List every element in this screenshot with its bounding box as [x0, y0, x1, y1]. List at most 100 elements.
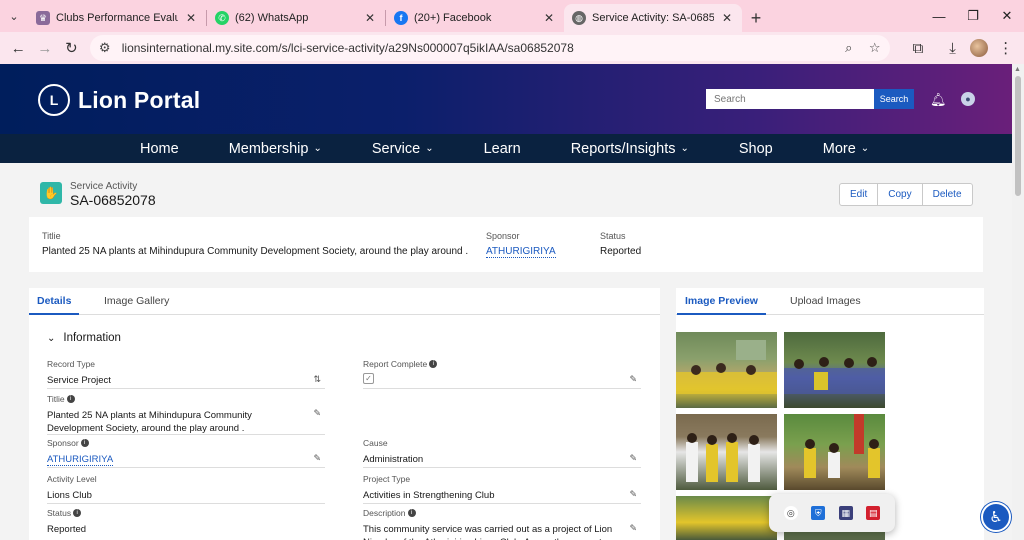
nav-service[interactable]: Service ⌄	[372, 141, 434, 157]
copy-button[interactable]: Copy	[878, 184, 923, 205]
pdf-app-icon[interactable]: ▤	[866, 506, 881, 520]
tab-image-gallery[interactable]: Image Gallery	[104, 295, 169, 307]
photo-people-shapes	[676, 340, 777, 394]
delete-button[interactable]: Delete	[923, 184, 972, 205]
chevron-down-icon: ⌄	[313, 143, 322, 154]
nav-more[interactable]: More ⌄	[823, 141, 869, 157]
search-button[interactable]: Search	[874, 89, 914, 109]
edit-pencil-icon[interactable]: ✎	[629, 489, 637, 500]
terminal-app-icon[interactable]: ▦	[838, 506, 853, 520]
record-actions: Edit Copy Delete	[839, 183, 973, 206]
nav-label: Shop	[738, 140, 773, 157]
field-label: Description	[363, 508, 406, 518]
info-icon[interactable]: i	[80, 439, 89, 447]
close-window-icon[interactable]: ✕	[990, 0, 1024, 32]
profile-photo	[970, 39, 989, 57]
scroll-up-icon[interactable]: ▲	[1014, 66, 1021, 73]
close-tab-icon[interactable]: ✕	[363, 11, 377, 25]
edit-pencil-icon[interactable]: ✎	[313, 453, 321, 464]
page-scrollbar[interactable]: ▲	[1012, 64, 1024, 540]
edit-pencil-icon[interactable]: ✎	[629, 523, 637, 534]
report-complete-checkbox[interactable]: ✓	[363, 373, 374, 384]
field-label: Sponsor	[486, 231, 520, 241]
close-tab-icon[interactable]: ✕	[184, 11, 198, 25]
close-tab-icon[interactable]: ✕	[720, 11, 734, 25]
activity-photo[interactable]	[784, 414, 885, 490]
activity-photo[interactable]	[676, 332, 777, 408]
tab-details[interactable]: Details	[28, 295, 80, 315]
browser-tab-facebook[interactable]: f (20+) Facebook ✕	[386, 4, 564, 32]
accessibility-icon[interactable]: ♿︎	[981, 502, 1011, 532]
field-divider	[47, 434, 325, 435]
address-bar[interactable]: ⚙ lionsinternational.my.site.com/s/lci-s…	[89, 35, 890, 61]
activity-level-field: Activity Level Lions Club	[47, 474, 325, 504]
url-text[interactable]: lionsinternational.my.site.com/s/lci-ser…	[122, 41, 832, 55]
reload-icon[interactable]: ↻	[59, 34, 84, 62]
bookmark-star-icon[interactable]: ☆	[866, 40, 884, 56]
tab-upload-images[interactable]: Upload Images	[790, 295, 861, 307]
field-label: Record Type	[47, 359, 96, 369]
chevron-down-icon: ⌄	[680, 143, 689, 154]
new-tab-plus-icon[interactable]: +	[742, 4, 770, 32]
activity-photo[interactable]	[676, 414, 777, 490]
browser-tab-service-activity[interactable]: ◍ Service Activity: SA-06852078 ✕	[564, 4, 742, 32]
chevron-down-icon: ⌄	[425, 143, 434, 154]
field-divider	[363, 388, 641, 389]
information-section-toggle[interactable]: ⌄ Information	[47, 332, 121, 344]
download-icon[interactable]: ⤓	[940, 34, 965, 62]
sponsor-link[interactable]: ATHURIGIRIYA	[47, 454, 114, 466]
security-shield-icon[interactable]: ⛨	[811, 506, 826, 520]
nav-home[interactable]: Home	[140, 141, 179, 157]
nav-learn[interactable]: Learn	[484, 141, 521, 157]
chrome-app-icon[interactable]: ◎	[783, 506, 798, 520]
sponsor-link[interactable]: ATHURIGIRIYA	[486, 246, 556, 258]
nav-reports-insights[interactable]: Reports/Insights ⌄	[571, 141, 689, 157]
activity-photo[interactable]	[784, 332, 885, 408]
edit-pencil-icon[interactable]: ✎	[313, 408, 321, 419]
close-tab-icon[interactable]: ✕	[542, 11, 556, 25]
field-label: Cause	[363, 438, 388, 448]
user-profile-icon[interactable]: ●	[961, 92, 975, 106]
scrollbar-thumb[interactable]	[1015, 76, 1021, 196]
edit-pencil-icon[interactable]: ✎	[629, 453, 637, 464]
field-value: Reported	[47, 524, 87, 535]
zoom-icon[interactable]: ⌕	[840, 40, 858, 56]
change-record-type-icon[interactable]: ⇅	[313, 374, 321, 385]
info-icon[interactable]: i	[73, 509, 82, 517]
field-value: This community service was carried out a…	[363, 524, 613, 540]
extensions-puzzle-icon[interactable]: ⧉	[906, 34, 931, 62]
notification-bell-icon[interactable]: 🔔︎	[930, 92, 947, 108]
forward-arrow-icon[interactable]: →	[33, 34, 58, 62]
site-info-icon[interactable]: ⚙	[96, 40, 114, 56]
info-icon[interactable]: i	[407, 509, 416, 517]
field-divider	[47, 467, 325, 468]
browser-tab-clubs[interactable]: ♛ Clubs Performance Evaluation S ✕	[28, 4, 206, 32]
edit-button[interactable]: Edit	[840, 184, 879, 205]
nav-shop[interactable]: Shop	[739, 141, 773, 157]
chevron-down-icon: ⌄	[47, 332, 56, 344]
sponsor-field: Sponsor i ATHURIGIRIYA ✎	[47, 438, 325, 468]
tab-title: Service Activity: SA-06852078	[592, 12, 714, 24]
nav-membership[interactable]: Membership ⌄	[229, 141, 322, 157]
window-controls: — ❐ ✕	[922, 0, 1024, 32]
nav-label: Home	[140, 140, 179, 157]
back-arrow-icon[interactable]: ←	[6, 34, 31, 62]
section-title: Information	[63, 332, 121, 344]
restore-icon[interactable]: ❐	[956, 0, 990, 32]
field-value: Lions Club	[47, 490, 92, 501]
portal-search: Search	[706, 89, 914, 109]
nav-label: More	[822, 140, 856, 157]
lion-portal-logo[interactable]: L Lion Portal	[38, 84, 200, 116]
search-input[interactable]	[706, 89, 874, 109]
edit-pencil-icon[interactable]: ✎	[629, 374, 637, 385]
chevron-down-icon: ⌄	[860, 143, 870, 154]
browser-menu-icon[interactable]: ⋮	[993, 34, 1018, 62]
browser-tab-whatsapp[interactable]: ✆ (62) WhatsApp ✕	[207, 4, 385, 32]
minimize-icon[interactable]: —	[922, 0, 956, 32]
profile-avatar[interactable]	[967, 34, 992, 62]
info-icon[interactable]: i	[66, 395, 75, 403]
tab-search-chevron-icon[interactable]: ⌄	[0, 0, 28, 32]
info-icon[interactable]: i	[429, 360, 438, 368]
activity-photo[interactable]	[676, 496, 777, 540]
tab-image-preview[interactable]: Image Preview	[677, 295, 766, 315]
